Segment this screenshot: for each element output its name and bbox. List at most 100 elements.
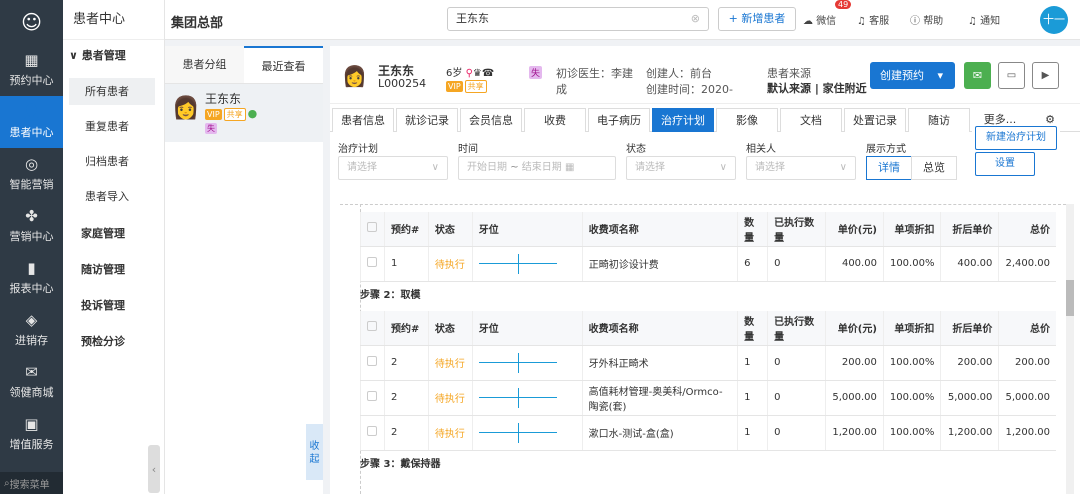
subnav-item-2[interactable]: 归档患者	[69, 148, 155, 175]
table-row[interactable]: 1 待执行 正畸初诊设计费 6 0 400.00 100.00% 400.00 2,400.00	[360, 246, 1056, 282]
rail-item-6[interactable]: ✉ 领健商城	[0, 356, 63, 408]
subnav-title: 患者中心	[63, 0, 164, 40]
creator-info: 创建人：前台 创建时间：2020-	[646, 67, 733, 96]
column-header: 收费项名称	[581, 212, 738, 247]
total-price: 200.00	[998, 345, 1056, 381]
clear-icon[interactable]: ⊗	[691, 8, 700, 30]
item-name: 正畸初诊设计费	[581, 246, 738, 282]
row-checkbox[interactable]	[360, 380, 385, 416]
rail-item-4[interactable]: ▮ 报表中心	[0, 252, 63, 304]
subnav-group-1[interactable]: 随访管理	[63, 252, 164, 288]
message-icon[interactable]: ▭	[998, 62, 1025, 89]
patient-source: 患者来源 默认来源 | 家住附近	[767, 67, 867, 95]
tab-4[interactable]: 电子病历	[588, 108, 650, 132]
subnav-group-3[interactable]: 预检分诊	[63, 324, 164, 360]
notice-link[interactable]: ♫ 通知	[968, 12, 1000, 27]
divider	[340, 204, 1066, 205]
subnav-group-patient-mgmt[interactable]: ∨ 患者管理	[63, 40, 164, 70]
settings-button[interactable]: 设置	[975, 152, 1035, 176]
select-all-checkbox[interactable]	[360, 212, 385, 247]
rail-item-3[interactable]: ✤ 营销中心	[0, 200, 63, 252]
person-label: 相关人	[746, 144, 776, 155]
appt-no: 2	[383, 380, 429, 416]
lost-badge: 失	[205, 123, 217, 134]
target-icon: ◎	[24, 155, 39, 173]
user-avatar[interactable]: 十一	[1040, 6, 1068, 34]
chevron-down-icon: ∨	[839, 162, 847, 173]
new-plan-button[interactable]: 新建治疗计划	[975, 126, 1057, 150]
tab-3[interactable]: 收费	[524, 108, 586, 132]
subnav-item-3[interactable]: 患者导入	[69, 183, 155, 210]
tab-7[interactable]: 文档	[780, 108, 842, 132]
plan-select[interactable]: 请选择 ∨	[338, 156, 448, 180]
bar-chart-icon: ▮	[27, 259, 36, 277]
person-select[interactable]: 请选择 ∨	[746, 156, 856, 180]
checkbox[interactable]	[367, 257, 377, 267]
total-price: 2,400.00	[998, 246, 1056, 282]
unit-price: 400.00	[825, 246, 884, 282]
tab-9[interactable]: 随访	[908, 108, 970, 132]
chevron-left-icon[interactable]: ‹	[148, 445, 160, 493]
user-icon: 👤	[22, 103, 41, 121]
wechat-badge: 49	[835, 0, 852, 9]
tab-8[interactable]: 处置记录	[844, 108, 906, 132]
scrollbar[interactable]	[1066, 204, 1074, 494]
new-patient-button[interactable]: + 新增患者	[718, 7, 796, 31]
caret-down-icon[interactable]: ▾	[938, 69, 944, 82]
date-range-input[interactable]: 开始日期 ~ 结束日期 ▦	[458, 156, 616, 180]
total-price: 5,000.00	[998, 380, 1056, 416]
menu-search[interactable]: ⌕ 搜索菜单	[0, 472, 63, 494]
service-link[interactable]: ♫ 客服	[857, 12, 889, 27]
subnav-group-0[interactable]: 家庭管理	[63, 216, 164, 252]
tab-recent[interactable]: 最近查看	[244, 46, 323, 83]
appt-no: 2	[383, 345, 429, 381]
collapse-button[interactable]: 收起	[306, 424, 323, 480]
wechat-link[interactable]: ☁ 微信	[803, 12, 836, 27]
rail-item-2[interactable]: ◎ 智能营销	[0, 148, 63, 200]
mode-detail-toggle[interactable]: 详情	[866, 156, 912, 180]
subnav-item-0[interactable]: 所有患者	[69, 78, 155, 105]
checkbox[interactable]	[367, 426, 377, 436]
rail-item-label: 患者中心	[9, 126, 54, 139]
mode-overview-toggle[interactable]: 总览	[911, 156, 957, 180]
select-all-checkbox[interactable]	[360, 311, 385, 346]
subnav-item-1[interactable]: 重复患者	[69, 113, 155, 140]
scrollbar-thumb[interactable]	[1066, 280, 1074, 316]
row-checkbox[interactable]	[360, 345, 385, 381]
row-checkbox[interactable]	[360, 246, 385, 282]
create-appointment-button[interactable]: 创建预约 ▾	[870, 62, 955, 89]
rail-item-0[interactable]: ▦ 预约中心	[0, 44, 63, 96]
checkbox[interactable]	[367, 321, 377, 332]
patient-header: 👩 王东东 L000254 6岁 ⚲♛☎ VIP 共享 失 初诊医生：李建成 创建…	[330, 46, 1080, 104]
help-link[interactable]: ⓘ 帮助	[910, 12, 943, 27]
status-select[interactable]: 请选择 ∨	[626, 156, 736, 180]
row-checkbox[interactable]	[360, 415, 385, 451]
rail-item-label: 营销中心	[9, 230, 54, 243]
column-header: 牙位	[471, 212, 583, 247]
table-row[interactable]: 2 待执行 牙外科正畸术 1 0 200.00 100.00% 200.00 200.00	[360, 345, 1056, 381]
chevron-down-icon: ∨	[431, 162, 439, 173]
tab-1[interactable]: 就诊记录	[396, 108, 458, 132]
play-icon[interactable]: ▶	[1032, 62, 1059, 89]
rail-item-1[interactable]: 👤 患者中心	[0, 96, 63, 148]
discount: 100.00%	[882, 345, 941, 381]
tab-patient-groups[interactable]: 患者分组	[165, 46, 244, 83]
rail-item-7[interactable]: ▣ 增值服务	[0, 408, 63, 460]
tab-5[interactable]: 治疗计划	[652, 108, 714, 132]
patient-list-item[interactable]: 👩 王东东 VIP 共享 ● 失	[165, 84, 323, 142]
search-input[interactable]: 王东东 ⊗	[447, 7, 709, 31]
table-row[interactable]: 2 待执行 漱口水-测试-盒(盒) 1 0 1,200.00 100.00% 1,200.00…	[360, 415, 1056, 451]
discount: 100.00%	[882, 246, 941, 282]
table-row[interactable]: 2 待执行 高值耗材管理-奥美科/Ormco-陶瓷(套) 1 0 5,000.00 100.…	[360, 380, 1056, 416]
checkbox[interactable]	[367, 222, 377, 233]
checkbox[interactable]	[367, 356, 377, 366]
bell-icon: ♫	[968, 16, 977, 27]
column-header: 单项折扣	[882, 311, 941, 346]
tab-6[interactable]: 影像	[716, 108, 778, 132]
tab-2[interactable]: 会员信息	[460, 108, 522, 132]
wechat-button[interactable]: ✉	[964, 62, 991, 89]
checkbox[interactable]	[367, 391, 377, 401]
subnav-group-2[interactable]: 投诉管理	[63, 288, 164, 324]
rail-item-5[interactable]: ◈ 进销存	[0, 304, 63, 356]
tab-0[interactable]: 患者信息	[332, 108, 394, 132]
